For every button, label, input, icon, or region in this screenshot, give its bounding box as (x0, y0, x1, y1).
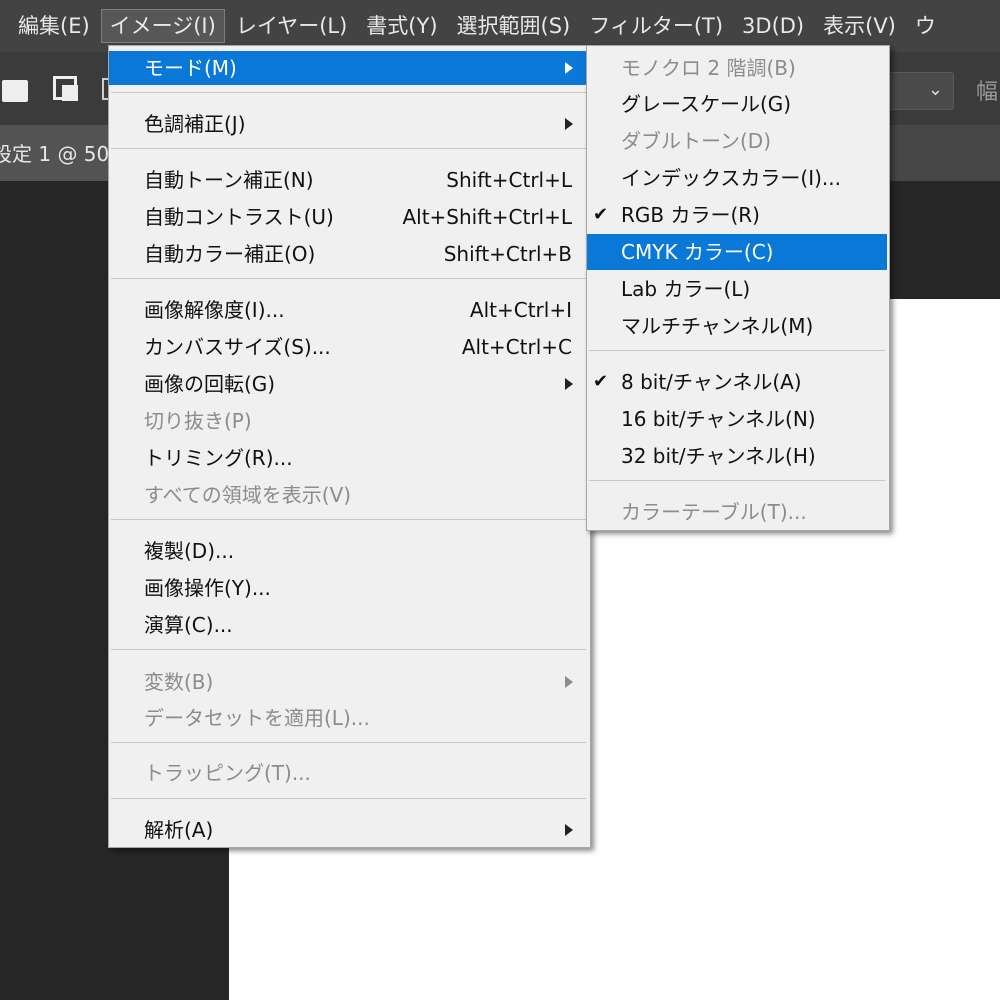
menu-item-shortcut: Shift+Ctrl+L (446, 168, 572, 192)
menu-image[interactable]: イメージ(I) (100, 9, 225, 43)
menu-item-trim[interactable]: トリミング(R)... (109, 441, 588, 475)
menu-item-reveal-all: すべての領域を表示(V) (109, 478, 588, 512)
menu-item-adjustments[interactable]: 色調補正(J) (109, 107, 588, 141)
submenu-item-indexed-color[interactable]: インデックスカラー(I)... (587, 161, 887, 195)
menu-window[interactable]: ウ (907, 9, 944, 43)
submenu-item-color-table: カラーテーブル(T)... (587, 495, 887, 529)
menu-item-label: すべての領域を表示(V) (144, 483, 352, 507)
menu-separator (111, 92, 586, 93)
menu-item-mode[interactable]: モード(M) (109, 51, 588, 85)
submenu-item-8bit[interactable]: ✔ 8 bit/チャンネル(A) (587, 365, 887, 399)
menu-item-label: CMYK カラー(C) (621, 240, 774, 264)
menu-item-label: トリミング(R)... (144, 446, 293, 470)
menu-item-analysis[interactable]: 解析(A) (109, 813, 588, 847)
menu-separator (111, 278, 586, 279)
menu-separator (111, 649, 586, 650)
checkmark-icon: ✔ (593, 371, 609, 392)
menu-item-auto-tone[interactable]: 自動トーン補正(N) Shift+Ctrl+L (109, 163, 588, 197)
image-menu: モード(M) 色調補正(J) 自動トーン補正(N) Shift+Ctrl+L 自… (108, 45, 591, 848)
menu-item-trap: トラッピング(T)... (109, 756, 588, 790)
submenu-item-cmyk-color[interactable]: CMYK カラー(C) (587, 234, 887, 270)
menu-select[interactable]: 選択範囲(S) (449, 9, 579, 43)
menu-item-label: 自動カラー補正(O) (144, 242, 316, 266)
menu-item-apply-data-set: データセットを適用(L)... (109, 701, 588, 735)
menu-item-shortcut: Alt+Shift+Ctrl+L (402, 205, 572, 229)
menu-item-label: 自動トーン補正(N) (144, 168, 314, 192)
menu-item-label: カラーテーブル(T)... (621, 500, 807, 524)
menu-item-canvas-size[interactable]: カンバスサイズ(S)... Alt+Ctrl+C (109, 330, 588, 364)
submenu-arrow-icon (565, 824, 573, 836)
style-dropdown[interactable]: ⌄ (880, 72, 954, 110)
menu-separator (111, 519, 586, 520)
menu-item-label: 画像の回転(G) (144, 372, 276, 396)
menu-item-label: モノクロ 2 階調(B) (621, 56, 796, 80)
menu-item-label: データセットを適用(L)... (144, 706, 370, 730)
new-selection-icon[interactable] (2, 80, 28, 102)
submenu-item-grayscale[interactable]: グレースケール(G) (587, 87, 887, 121)
submenu-item-lab-color[interactable]: Lab カラー(L) (587, 272, 887, 306)
menu-item-duplicate[interactable]: 複製(D)... (109, 534, 588, 568)
menu-item-label: インデックスカラー(I)... (621, 166, 841, 190)
menu-item-label: Lab カラー(L) (621, 277, 751, 301)
menu-separator (589, 350, 885, 351)
menu-item-label: RGB カラー(R) (621, 203, 760, 227)
menu-item-label: 演算(C)... (144, 613, 233, 637)
menu-edit[interactable]: 編集(E) (10, 9, 98, 43)
menu-item-label: モード(M) (144, 56, 237, 80)
menu-item-crop: 切り抜き(P) (109, 404, 588, 438)
add-to-selection-icon[interactable] (53, 76, 78, 101)
menu-separator (589, 480, 885, 481)
menu-item-label: 解析(A) (144, 818, 214, 842)
menu-item-label: 画像解像度(I)... (144, 298, 285, 322)
submenu-arrow-icon (565, 118, 573, 130)
menu-item-label: 変数(B) (144, 670, 214, 694)
menu-separator (111, 798, 586, 799)
menu-item-label: 16 bit/チャンネル(N) (621, 407, 816, 431)
menu-item-label: 切り抜き(P) (144, 409, 252, 433)
submenu-item-rgb-color[interactable]: ✔ RGB カラー(R) (587, 198, 887, 232)
submenu-item-16bit[interactable]: 16 bit/チャンネル(N) (587, 402, 887, 436)
menu-item-image-rotation[interactable]: 画像の回転(G) (109, 367, 588, 401)
menu-item-label: カンバスサイズ(S)... (144, 335, 331, 359)
submenu-item-32bit[interactable]: 32 bit/チャンネル(H) (587, 439, 887, 473)
menu-view[interactable]: 表示(V) (815, 9, 904, 43)
menu-item-label: 画像操作(Y)... (144, 576, 271, 600)
menu-type[interactable]: 書式(Y) (358, 9, 445, 43)
menu-item-variables: 変数(B) (109, 665, 588, 699)
submenu-arrow-icon (565, 62, 573, 74)
submenu-arrow-icon (565, 378, 573, 390)
menu-item-auto-color[interactable]: 自動カラー補正(O) Shift+Ctrl+B (109, 237, 588, 271)
menu-item-shortcut: Alt+Ctrl+C (461, 335, 572, 359)
submenu-item-bitmap: モノクロ 2 階調(B) (587, 51, 887, 85)
checkmark-icon: ✔ (593, 204, 609, 225)
menu-filter[interactable]: フィルター(T) (581, 9, 731, 43)
chevron-down-icon: ⌄ (927, 79, 943, 100)
menu-item-shortcut: Shift+Ctrl+B (443, 242, 572, 266)
menu-separator (111, 148, 586, 149)
menu-item-label: 32 bit/チャンネル(H) (621, 444, 816, 468)
submenu-arrow-icon (565, 676, 573, 688)
submenu-item-duotone: ダブルトーン(D) (587, 124, 887, 158)
menu-item-label: 複製(D)... (144, 539, 235, 563)
menu-item-shortcut: Alt+Ctrl+I (469, 298, 572, 322)
width-label: 幅 (976, 80, 999, 105)
menu-item-auto-contrast[interactable]: 自動コントラスト(U) Alt+Shift+Ctrl+L (109, 200, 588, 234)
menu-3d[interactable]: 3D(D) (734, 9, 812, 43)
menu-item-label: 色調補正(J) (144, 112, 246, 136)
menu-item-label: グレースケール(G) (621, 92, 792, 116)
menu-item-label: トラッピング(T)... (144, 761, 311, 785)
menu-item-label: 8 bit/チャンネル(A) (621, 370, 802, 394)
mode-submenu: モノクロ 2 階調(B) グレースケール(G) ダブルトーン(D) インデックス… (586, 45, 890, 531)
menu-item-label: マルチチャンネル(M) (621, 314, 814, 338)
menu-item-label: ダブルトーン(D) (621, 129, 772, 153)
submenu-item-multichannel[interactable]: マルチチャンネル(M) (587, 309, 887, 343)
menu-separator (111, 742, 586, 743)
menu-item-apply-image[interactable]: 画像操作(Y)... (109, 571, 588, 605)
menu-item-image-size[interactable]: 画像解像度(I)... Alt+Ctrl+I (109, 293, 588, 327)
menu-item-label: 自動コントラスト(U) (144, 205, 334, 229)
menu-layer[interactable]: レイヤー(L) (228, 9, 355, 43)
menu-item-calculations[interactable]: 演算(C)... (109, 608, 588, 642)
